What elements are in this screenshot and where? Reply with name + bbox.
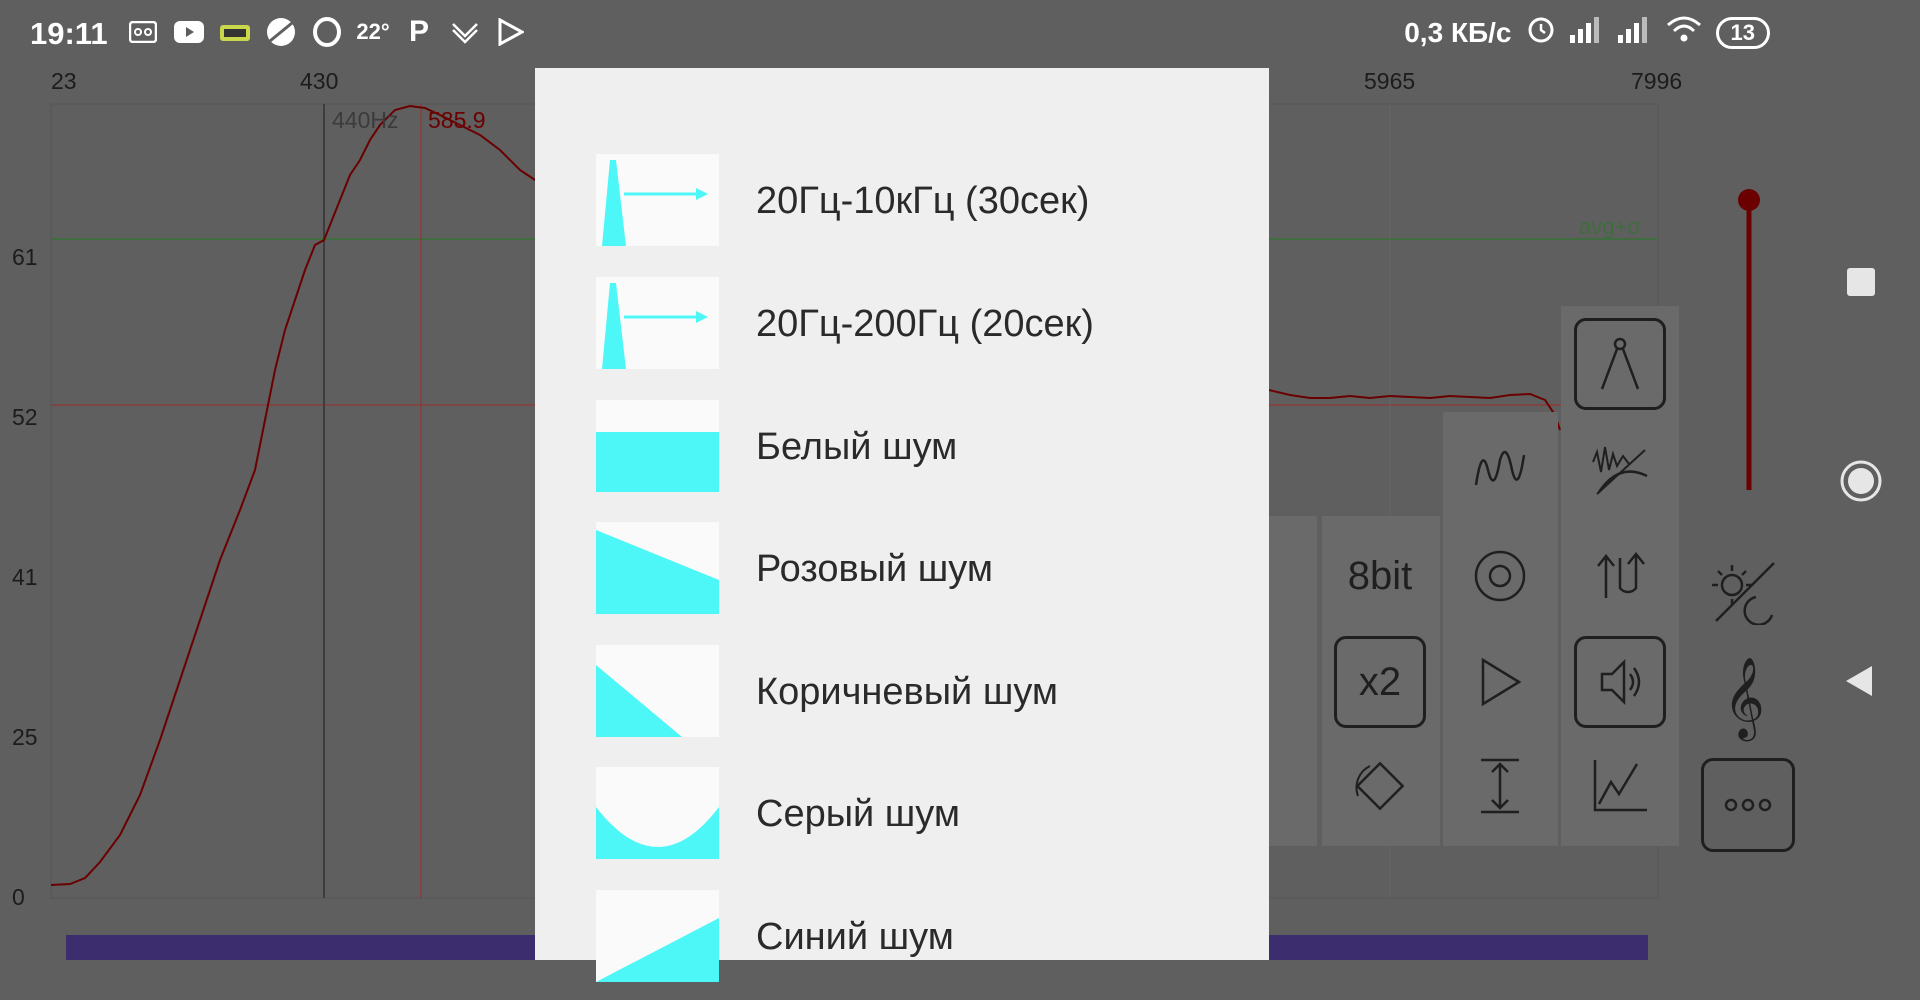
- level-slider[interactable]: [1737, 188, 1761, 492]
- spectrum-curve: [50, 104, 536, 886]
- net-speed: 0,3 КБ/с: [1404, 16, 1512, 48]
- menu-item-label: Коричневый шум: [756, 671, 1059, 713]
- menu-item-label: Синий шум: [756, 916, 954, 958]
- noise-signal-icon[interactable]: [1574, 424, 1666, 516]
- x-tick: 23: [51, 68, 77, 94]
- zoom-label: x2: [1358, 659, 1402, 704]
- zoom-x2-button[interactable]: x2: [1334, 636, 1426, 728]
- temperature-label: 22°: [356, 19, 390, 44]
- compass-button[interactable]: [1574, 318, 1666, 410]
- brown-noise-thumbnail: [596, 645, 719, 737]
- slider-thumb: [1738, 189, 1760, 211]
- vertical-scale-icon[interactable]: [1454, 740, 1546, 832]
- menu-item-label: Розовый шум: [756, 548, 993, 590]
- planet-icon: [265, 16, 297, 48]
- tool-column-partial: [1269, 516, 1317, 846]
- y-tick: 25: [12, 724, 38, 750]
- menu-item-label: Серый шум: [756, 793, 960, 835]
- back-icon[interactable]: [1844, 664, 1874, 698]
- menu-item-label: 20Гц-10кГц (30сек): [756, 180, 1090, 222]
- battery-icon: 13: [1715, 16, 1770, 49]
- y-tick: 61: [12, 244, 38, 270]
- home-icon[interactable]: [1840, 460, 1882, 502]
- waveform-icon[interactable]: [1454, 424, 1546, 516]
- wifi-icon: [1666, 15, 1702, 50]
- x-tick: 430: [300, 68, 339, 94]
- target-icon[interactable]: [1454, 530, 1546, 622]
- sweep-thumbnail: [596, 154, 719, 246]
- signal-icon-2: [1617, 15, 1652, 50]
- sweep-thumbnail: [596, 277, 719, 369]
- youtube-icon: [173, 16, 205, 48]
- opera-icon: [311, 16, 343, 48]
- grey-noise-thumbnail: [596, 767, 719, 859]
- menu-item-brown-noise[interactable]: Коричневый шум: [535, 635, 1269, 755]
- swap-arrows-icon[interactable]: [1574, 530, 1666, 622]
- menu-item-sweep-10k[interactable]: 20Гц-10кГц (30сек): [535, 144, 1269, 264]
- blue-noise-thumbnail: [596, 890, 719, 982]
- day-night-icon[interactable]: [1698, 544, 1790, 636]
- y-tick: 52: [12, 404, 38, 430]
- treble-clef-icon[interactable]: 𝄞: [1698, 652, 1790, 744]
- status-bar: 19:11 22° P 0,3 КБ/с 13: [0, 0, 1920, 68]
- white-noise-thumbnail: [596, 400, 719, 492]
- menu-item-sweep-200[interactable]: 20Гц-200Гц (20сек): [535, 267, 1269, 387]
- menu-item-label: Белый шум: [756, 426, 958, 468]
- noise-selection-dialog: 20Гц-10кГц (30сек) 20Гц-200Гц (20сек) Бе…: [535, 68, 1269, 982]
- bit-label: 8bit: [1347, 553, 1413, 598]
- alarm-icon: [1526, 14, 1556, 51]
- line-chart-icon[interactable]: [1574, 740, 1666, 832]
- menu-item-label: 20Гц-200Гц (20сек): [756, 303, 1094, 345]
- clock: 19:11: [30, 16, 108, 51]
- voicemail-icon: [127, 16, 159, 48]
- ruler-icon: [219, 16, 251, 48]
- system-indicators: 0,3 КБ/с 13: [1404, 14, 1770, 51]
- vk-icon: [449, 16, 481, 48]
- menu-item-pink-noise[interactable]: Розовый шум: [535, 512, 1269, 632]
- y-tick: 0: [12, 884, 25, 910]
- play-icon[interactable]: [1454, 636, 1546, 728]
- stop-icon[interactable]: [1847, 268, 1875, 296]
- menu-item-blue-noise[interactable]: Синий шум: [535, 880, 1269, 1000]
- menu-item-grey-noise[interactable]: Серый шум: [535, 757, 1269, 877]
- x-tick: 7996: [1631, 68, 1683, 94]
- play-store-icon: [495, 16, 527, 48]
- notification-icons: 22° P: [127, 15, 527, 48]
- more-options-button[interactable]: [1701, 758, 1795, 852]
- speaker-button[interactable]: [1574, 636, 1666, 728]
- p-icon: P: [408, 15, 429, 48]
- signal-icon: [1569, 15, 1604, 50]
- avg-label: avg+σ: [1579, 214, 1641, 239]
- bit-depth-button[interactable]: 8bit: [1334, 530, 1426, 622]
- y-tick: 41: [12, 564, 38, 590]
- menu-item-white-noise[interactable]: Белый шум: [535, 390, 1269, 510]
- marker-440-label: 440Hz: [332, 107, 399, 133]
- peak-label: 585.9: [428, 107, 486, 133]
- x-tick: 5965: [1364, 68, 1416, 94]
- rotate-icon[interactable]: [1334, 740, 1426, 832]
- pink-noise-thumbnail: [596, 522, 719, 614]
